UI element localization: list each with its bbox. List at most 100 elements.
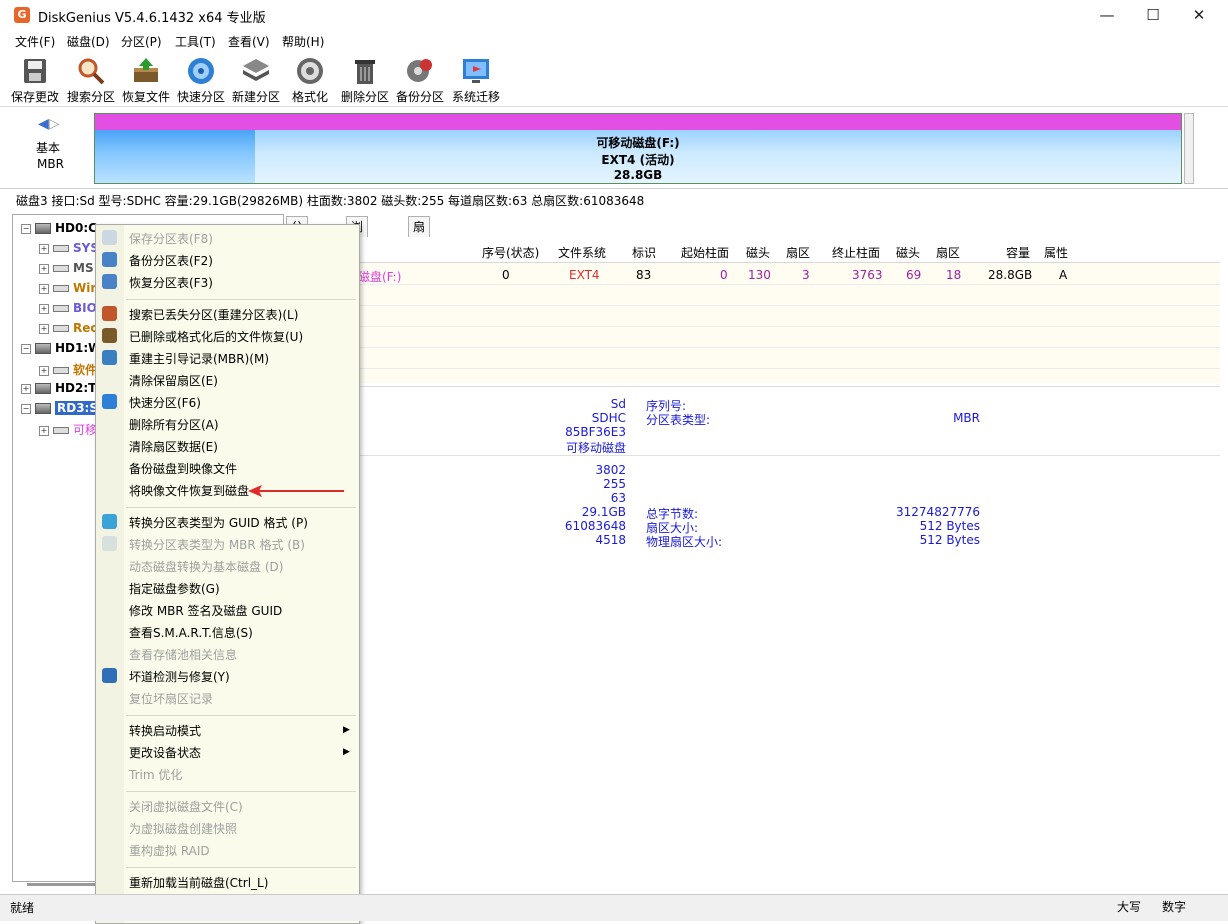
table-cell: 28.8GB <box>988 268 1033 282</box>
tab-sector-edit[interactable]: 扇区编辑 <box>408 216 431 294</box>
menu-item[interactable]: 查看S.M.A.R.T.信息(S) <box>129 624 253 641</box>
col-header: 磁头 <box>746 246 771 260</box>
maximize-button[interactable]: ☐ <box>1130 0 1176 30</box>
expand-icon[interactable]: + <box>39 243 49 254</box>
col-header: 序号(状态) <box>482 246 540 260</box>
menu-item[interactable]: 将映像文件恢复到磁盘 <box>129 482 249 499</box>
menu-item[interactable]: 快速分区(F6) <box>129 394 201 411</box>
partition-icon <box>53 305 69 312</box>
search-partition-button[interactable]: 搜索分区 <box>62 54 120 104</box>
menu-separator <box>126 791 356 792</box>
menu-item[interactable]: 更改设备状态 <box>129 744 201 761</box>
expand-icon[interactable]: + <box>39 283 49 294</box>
collapse-icon[interactable]: − <box>21 223 31 234</box>
menu-partition[interactable]: 分区(P) <box>121 33 162 50</box>
quick-partition-button[interactable]: 快速分区 <box>172 54 230 104</box>
disk-map-scrollbar[interactable] <box>1184 113 1194 184</box>
menu-item[interactable]: 转换启动模式 <box>129 722 201 739</box>
format-button[interactable]: 格式化 <box>281 54 339 104</box>
tree-node-ms[interactable]: + MS <box>39 261 94 275</box>
hard-disk-icon <box>35 223 51 234</box>
save-changes-button[interactable]: 保存更改 <box>6 54 64 104</box>
table-cell: 3763 <box>852 268 883 282</box>
prev-disk-icon[interactable]: ◀ <box>38 116 49 132</box>
tree-node-software[interactable]: + 软件 <box>39 361 97 378</box>
tree-node-hd0[interactable]: − HD0:C <box>21 221 97 235</box>
menu-item[interactable]: 转换分区表类型为 GUID 格式 (P) <box>129 514 308 531</box>
recover-file-button[interactable]: 恢复文件 <box>117 54 175 104</box>
expand-icon[interactable]: + <box>39 323 49 334</box>
backup-partition-button[interactable]: 备份分区 <box>391 54 449 104</box>
menu-item[interactable]: 坏道检测与修复(Y) <box>129 668 230 685</box>
menu-item[interactable]: 搜索已丢失分区(重建分区表)(L) <box>129 306 298 323</box>
tree-node-removable[interactable]: + 可移 <box>39 421 97 438</box>
search-partition-icon <box>76 56 106 86</box>
menu-item[interactable]: 备份磁盘到映像文件 <box>129 460 237 477</box>
toolbar-label: 备份分区 <box>395 90 444 104</box>
menu-file[interactable]: 文件(F) <box>15 33 55 50</box>
partition-bar-header <box>95 114 1181 130</box>
table-cell: 83 <box>636 268 652 282</box>
partition-bar[interactable]: 可移动磁盘(F:) EXT4 (活动) 28.8GB <box>94 113 1182 184</box>
minimize-button[interactable]: — <box>1084 0 1130 30</box>
partition-icon <box>53 265 69 272</box>
menu-item[interactable]: 已删除或格式化后的文件恢复(U) <box>129 328 303 345</box>
menu-item[interactable]: 删除所有分区(A) <box>129 416 219 433</box>
table-cell: 0 <box>720 268 728 282</box>
toolbar-label: 删除分区 <box>340 90 389 104</box>
menu-item[interactable]: 恢复分区表(F3) <box>129 274 213 291</box>
col-header: 扇区 <box>786 246 811 260</box>
hard-disk-icon <box>35 403 51 414</box>
collapse-icon[interactable]: − <box>21 403 31 414</box>
expand-icon[interactable]: + <box>21 383 31 394</box>
col-header: 标识 <box>632 246 657 260</box>
expand-icon[interactable]: + <box>39 263 49 274</box>
disk-nav-arrows[interactable]: ◀▷ <box>38 116 60 132</box>
prop-value: MBR <box>953 411 980 425</box>
recover-file-icon <box>131 56 161 86</box>
menu-item[interactable]: 指定磁盘参数(G) <box>129 580 220 597</box>
prop-value: 512 Bytes <box>919 533 980 547</box>
row-divider <box>286 347 1220 348</box>
tree-node-bio[interactable]: + BIO <box>39 301 97 315</box>
table-cell: 69 <box>906 268 922 282</box>
menu-disk[interactable]: 磁盘(D) <box>67 33 110 50</box>
app-icon: G <box>14 7 30 23</box>
disk-info-line: 磁盘3 接口:Sd 型号:SDHC 容量:29.1GB(29826MB) 柱面数… <box>16 194 645 208</box>
tree-node-label: 可移 <box>73 423 98 437</box>
system-migration-button[interactable]: 系统迁移 <box>447 54 505 104</box>
menu-item[interactable]: 清除保留扇区(E) <box>129 372 218 389</box>
file-recovery-icon <box>102 328 117 343</box>
menu-help[interactable]: 帮助(H) <box>282 33 324 50</box>
tree-node-win[interactable]: + Win <box>39 281 99 295</box>
menu-separator <box>126 507 356 508</box>
expand-icon[interactable]: + <box>39 303 49 314</box>
tree-node-hd1[interactable]: − HD1:W <box>21 341 101 355</box>
menu-item[interactable]: 修改 MBR 签名及磁盘 GUID <box>129 602 282 619</box>
next-disk-icon[interactable]: ▷ <box>49 116 60 132</box>
prop-value: 85BF36E3 <box>565 425 626 439</box>
collapse-icon[interactable]: − <box>21 343 31 354</box>
delete-partition-button[interactable]: 删除分区 <box>336 54 394 104</box>
menu-view[interactable]: 查看(V) <box>228 33 270 50</box>
menu-item[interactable]: 备份分区表(F2) <box>129 252 213 269</box>
status-bar: 就绪 大写 数字 <box>0 894 1228 921</box>
tree-node-rec[interactable]: + Rec <box>39 321 98 335</box>
menu-item[interactable]: 重新加载当前磁盘(Ctrl_L) <box>129 874 268 891</box>
menu-separator <box>126 715 356 716</box>
partition-icon <box>53 427 69 434</box>
table-cell: 18 <box>946 268 962 282</box>
menu-item[interactable]: 重建主引导记录(MBR)(M) <box>129 350 269 367</box>
expand-icon[interactable]: + <box>39 425 49 436</box>
new-partition-button[interactable]: 新建分区 <box>227 54 285 104</box>
expand-icon[interactable]: + <box>39 365 49 376</box>
tree-node-label: HD0:C <box>55 221 97 235</box>
num-indicator: 数字 <box>1162 900 1187 914</box>
close-button[interactable]: ✕ <box>1176 0 1222 30</box>
menu-item[interactable]: 清除扇区数据(E) <box>129 438 218 455</box>
tree-node-sys[interactable]: + SYS <box>39 241 99 255</box>
tree-node-hd2[interactable]: + HD2:T <box>21 381 96 395</box>
menu-tools[interactable]: 工具(T) <box>175 33 216 50</box>
prop-value: 63 <box>610 491 626 505</box>
table-cell-name[interactable]: 磁盘(F:) <box>358 268 401 285</box>
